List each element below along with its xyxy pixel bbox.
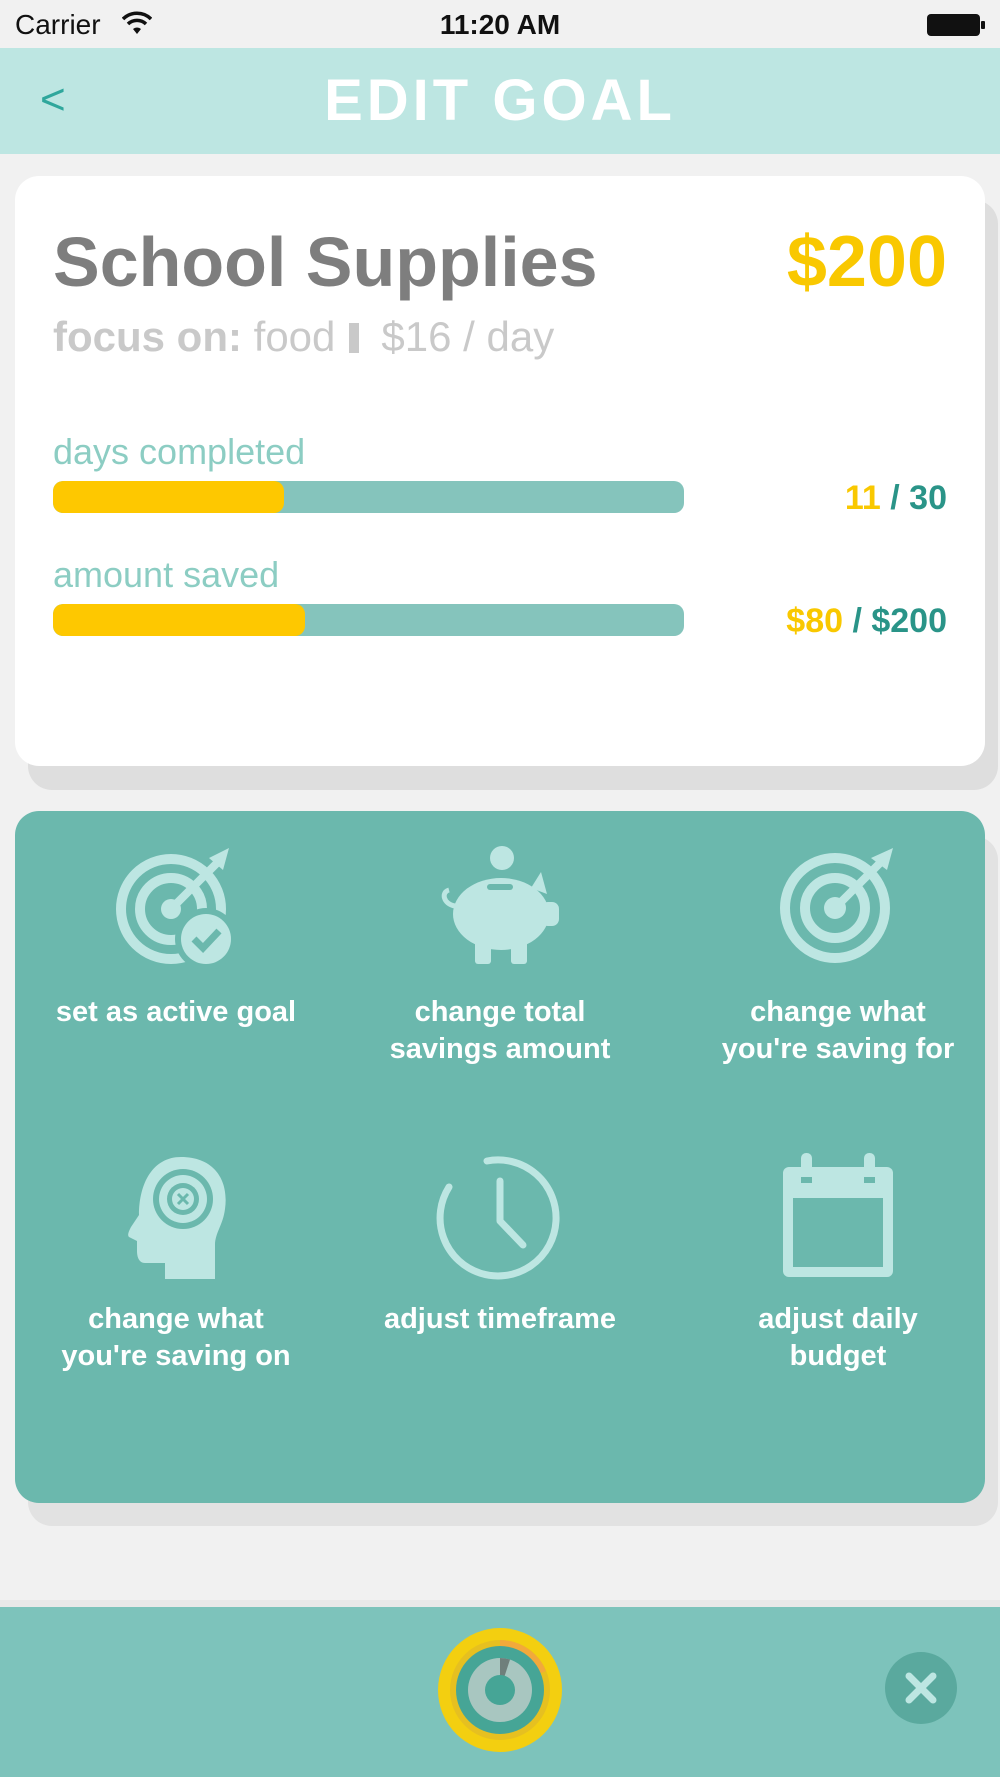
piggy-bank-icon xyxy=(441,846,559,964)
set-active-goal-button[interactable]: set as active goal xyxy=(26,846,326,1031)
days-progress-bar xyxy=(53,481,684,513)
change-savings-amount-button[interactable]: change total savings amount xyxy=(350,846,650,1068)
actions-panel: set as active goal change total savings … xyxy=(15,811,985,1503)
action-label: adjust daily budget xyxy=(758,1303,918,1372)
goal-progress-ring-icon[interactable] xyxy=(435,1625,565,1755)
target-check-icon xyxy=(116,848,237,970)
daily-budget: $16 / day xyxy=(381,313,555,360)
days-current: 11 xyxy=(844,479,881,517)
action-label: change total savings amount xyxy=(389,996,611,1065)
focus-category: food xyxy=(253,313,336,360)
adjust-daily-budget-button[interactable]: adjust daily budget xyxy=(688,1153,988,1375)
focus-separator xyxy=(349,323,360,353)
page-title: EDIT GOAL xyxy=(324,68,676,133)
calendar-icon xyxy=(783,1153,893,1277)
battery-icon xyxy=(927,14,985,36)
action-label: change what you're saving for xyxy=(721,996,955,1065)
days-completed-label: days completed xyxy=(53,431,306,472)
goal-name: School Supplies xyxy=(53,223,598,301)
action-label: set as active goal xyxy=(55,996,297,1028)
saved-total: $200 xyxy=(871,602,947,640)
head-target-icon xyxy=(128,1157,226,1279)
goal-amount: $200 xyxy=(786,222,947,302)
nav-header: < EDIT GOAL xyxy=(0,48,1000,154)
bottom-divider xyxy=(0,1600,1000,1607)
clock-icon xyxy=(436,1156,560,1280)
target-icon xyxy=(780,848,893,963)
saved-current: $80 xyxy=(786,602,844,640)
action-label: adjust timeframe xyxy=(383,1303,617,1335)
adjust-timeframe-button[interactable]: adjust timeframe xyxy=(350,1153,650,1338)
status-time: 11:20 AM xyxy=(439,9,561,40)
close-button[interactable] xyxy=(885,1652,957,1724)
action-label: change what you're saving on xyxy=(61,1303,291,1372)
status-bar: Carrier 11:20 AM xyxy=(0,0,1000,48)
days-progress-fill xyxy=(53,481,284,513)
saved-progress-bar xyxy=(53,604,684,636)
change-saving-for-button[interactable]: change what you're saving for xyxy=(688,846,988,1068)
saved-separator: / xyxy=(843,602,872,640)
saved-progress-fill xyxy=(53,604,306,636)
focus-line: focus on: food $16 / day xyxy=(53,311,554,363)
days-separator: / xyxy=(880,479,910,517)
amount-saved-label: amount saved xyxy=(53,554,280,595)
days-total: 30 xyxy=(909,479,947,517)
bottom-bar xyxy=(0,1600,1000,1777)
saved-progress-value: $80 / $200 xyxy=(786,601,947,641)
focus-label: focus on: xyxy=(53,313,242,360)
days-progress-value: 11 / 30 xyxy=(845,478,947,518)
goal-card: School Supplies $200 focus on: food $16 /… xyxy=(15,176,985,766)
change-saving-on-button[interactable]: change what you're saving on xyxy=(26,1153,326,1375)
close-icon xyxy=(905,1672,937,1704)
